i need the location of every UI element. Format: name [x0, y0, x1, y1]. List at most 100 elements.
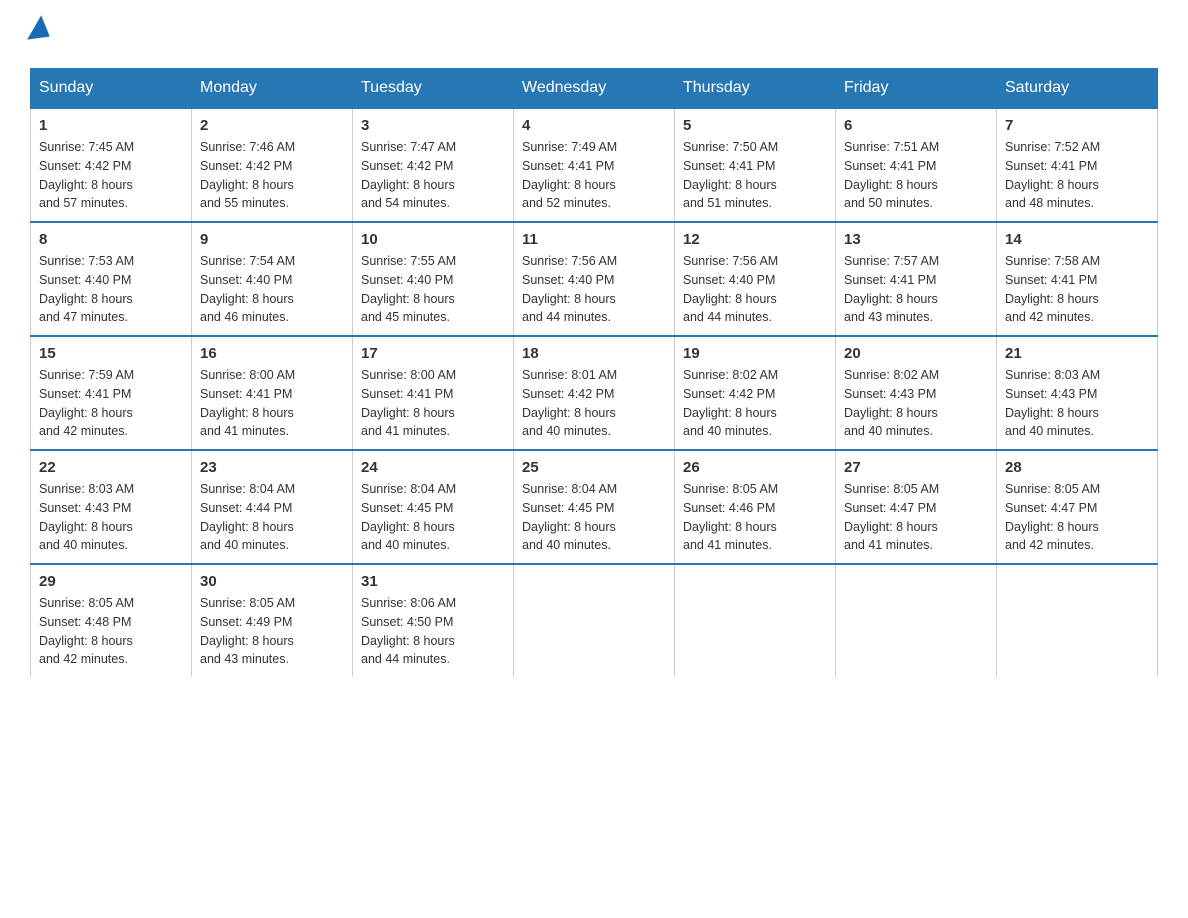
- day-info: Sunrise: 7:51 AMSunset: 4:41 PMDaylight:…: [844, 138, 988, 213]
- calendar-cell: [836, 564, 997, 677]
- day-info: Sunrise: 7:59 AMSunset: 4:41 PMDaylight:…: [39, 366, 183, 441]
- day-number: 29: [39, 573, 183, 590]
- weekday-header-monday: Monday: [192, 69, 353, 109]
- day-number: 22: [39, 459, 183, 476]
- day-info: Sunrise: 7:52 AMSunset: 4:41 PMDaylight:…: [1005, 138, 1149, 213]
- calendar-cell: [675, 564, 836, 677]
- day-info: Sunrise: 8:03 AMSunset: 4:43 PMDaylight:…: [39, 480, 183, 555]
- calendar-week-row: 8 Sunrise: 7:53 AMSunset: 4:40 PMDaylight…: [31, 222, 1158, 336]
- day-info: Sunrise: 8:05 AMSunset: 4:48 PMDaylight:…: [39, 594, 183, 669]
- day-number: 17: [361, 345, 505, 362]
- day-number: 21: [1005, 345, 1149, 362]
- day-info: Sunrise: 8:04 AMSunset: 4:45 PMDaylight:…: [361, 480, 505, 555]
- day-number: 26: [683, 459, 827, 476]
- calendar-cell: 22 Sunrise: 8:03 AMSunset: 4:43 PMDayligh…: [31, 450, 192, 564]
- day-info: Sunrise: 8:03 AMSunset: 4:43 PMDaylight:…: [1005, 366, 1149, 441]
- day-number: 12: [683, 231, 827, 248]
- calendar-cell: 24 Sunrise: 8:04 AMSunset: 4:45 PMDayligh…: [353, 450, 514, 564]
- calendar-week-row: 29 Sunrise: 8:05 AMSunset: 4:48 PMDayligh…: [31, 564, 1158, 677]
- calendar-cell: 18Sunrise: 8:01 AMSunset: 4:42 PMDayligh…: [514, 336, 675, 450]
- calendar-cell: 14Sunrise: 7:58 AMSunset: 4:41 PMDayligh…: [997, 222, 1158, 336]
- day-info: Sunrise: 8:04 AMSunset: 4:45 PMDaylight:…: [522, 480, 666, 555]
- day-number: 5: [683, 117, 827, 134]
- day-number: 13: [844, 231, 988, 248]
- day-info: Sunrise: 8:00 AMSunset: 4:41 PMDaylight:…: [200, 366, 344, 441]
- calendar-cell: [514, 564, 675, 677]
- calendar-cell: 11 Sunrise: 7:56 AMSunset: 4:40 PMDayligh…: [514, 222, 675, 336]
- day-number: 6: [844, 117, 988, 134]
- calendar-cell: 4 Sunrise: 7:49 AMSunset: 4:41 PMDaylight…: [514, 108, 675, 222]
- calendar-cell: 21 Sunrise: 8:03 AMSunset: 4:43 PMDayligh…: [997, 336, 1158, 450]
- day-number: 3: [361, 117, 505, 134]
- calendar-cell: 25 Sunrise: 8:04 AMSunset: 4:45 PMDayligh…: [514, 450, 675, 564]
- calendar-week-row: 1 Sunrise: 7:45 AMSunset: 4:42 PMDaylight…: [31, 108, 1158, 222]
- calendar-body: 1 Sunrise: 7:45 AMSunset: 4:42 PMDaylight…: [31, 108, 1158, 677]
- day-info: Sunrise: 8:05 AMSunset: 4:47 PMDaylight:…: [844, 480, 988, 555]
- day-number: 11: [522, 231, 666, 248]
- calendar-cell: 23 Sunrise: 8:04 AMSunset: 4:44 PMDayligh…: [192, 450, 353, 564]
- calendar-cell: 6 Sunrise: 7:51 AMSunset: 4:41 PMDaylight…: [836, 108, 997, 222]
- day-info: Sunrise: 7:46 AMSunset: 4:42 PMDaylight:…: [200, 138, 344, 213]
- logo-arrow-icon: [27, 15, 57, 48]
- day-info: Sunrise: 8:06 AMSunset: 4:50 PMDaylight:…: [361, 594, 505, 669]
- day-number: 28: [1005, 459, 1149, 476]
- day-info: Sunrise: 8:05 AMSunset: 4:46 PMDaylight:…: [683, 480, 827, 555]
- day-info: Sunrise: 7:45 AMSunset: 4:42 PMDaylight:…: [39, 138, 183, 213]
- weekday-header-friday: Friday: [836, 69, 997, 109]
- weekday-row: SundayMondayTuesdayWednesdayThursdayFrid…: [31, 69, 1158, 109]
- calendar-cell: 30 Sunrise: 8:05 AMSunset: 4:49 PMDayligh…: [192, 564, 353, 677]
- day-number: 14: [1005, 231, 1149, 248]
- day-info: Sunrise: 7:56 AMSunset: 4:40 PMDaylight:…: [522, 252, 666, 327]
- day-number: 31: [361, 573, 505, 590]
- day-number: 16: [200, 345, 344, 362]
- calendar-cell: 19 Sunrise: 8:02 AMSunset: 4:42 PMDayligh…: [675, 336, 836, 450]
- day-info: Sunrise: 7:53 AMSunset: 4:40 PMDaylight:…: [39, 252, 183, 327]
- calendar-cell: 15 Sunrise: 7:59 AMSunset: 4:41 PMDayligh…: [31, 336, 192, 450]
- day-number: 8: [39, 231, 183, 248]
- calendar-cell: 1 Sunrise: 7:45 AMSunset: 4:42 PMDaylight…: [31, 108, 192, 222]
- calendar-cell: 13 Sunrise: 7:57 AMSunset: 4:41 PMDayligh…: [836, 222, 997, 336]
- day-number: 27: [844, 459, 988, 476]
- day-number: 24: [361, 459, 505, 476]
- day-info: Sunrise: 7:49 AMSunset: 4:41 PMDaylight:…: [522, 138, 666, 213]
- calendar-table: SundayMondayTuesdayWednesdayThursdayFrid…: [30, 68, 1158, 677]
- weekday-header-sunday: Sunday: [31, 69, 192, 109]
- weekday-header-saturday: Saturday: [997, 69, 1158, 109]
- day-number: 19: [683, 345, 827, 362]
- day-info: Sunrise: 7:47 AMSunset: 4:42 PMDaylight:…: [361, 138, 505, 213]
- day-info: Sunrise: 7:50 AMSunset: 4:41 PMDaylight:…: [683, 138, 827, 213]
- page-header: [30, 20, 1158, 48]
- day-number: 30: [200, 573, 344, 590]
- day-info: Sunrise: 7:55 AMSunset: 4:40 PMDaylight:…: [361, 252, 505, 327]
- day-number: 15: [39, 345, 183, 362]
- day-info: Sunrise: 8:04 AMSunset: 4:44 PMDaylight:…: [200, 480, 344, 555]
- calendar-cell: 5 Sunrise: 7:50 AMSunset: 4:41 PMDaylight…: [675, 108, 836, 222]
- day-info: Sunrise: 7:56 AMSunset: 4:40 PMDaylight:…: [683, 252, 827, 327]
- day-info: Sunrise: 8:02 AMSunset: 4:42 PMDaylight:…: [683, 366, 827, 441]
- calendar-cell: 31 Sunrise: 8:06 AMSunset: 4:50 PMDayligh…: [353, 564, 514, 677]
- day-info: Sunrise: 8:05 AMSunset: 4:49 PMDaylight:…: [200, 594, 344, 669]
- day-number: 2: [200, 117, 344, 134]
- day-info: Sunrise: 7:57 AMSunset: 4:41 PMDaylight:…: [844, 252, 988, 327]
- calendar-week-row: 22 Sunrise: 8:03 AMSunset: 4:43 PMDayligh…: [31, 450, 1158, 564]
- calendar-cell: 2 Sunrise: 7:46 AMSunset: 4:42 PMDaylight…: [192, 108, 353, 222]
- calendar-cell: [997, 564, 1158, 677]
- day-number: 23: [200, 459, 344, 476]
- calendar-cell: 29 Sunrise: 8:05 AMSunset: 4:48 PMDayligh…: [31, 564, 192, 677]
- calendar-cell: 26 Sunrise: 8:05 AMSunset: 4:46 PMDayligh…: [675, 450, 836, 564]
- day-number: 25: [522, 459, 666, 476]
- calendar-cell: 28Sunrise: 8:05 AMSunset: 4:47 PMDayligh…: [997, 450, 1158, 564]
- day-number: 1: [39, 117, 183, 134]
- logo: [30, 20, 51, 48]
- day-number: 7: [1005, 117, 1149, 134]
- day-info: Sunrise: 8:02 AMSunset: 4:43 PMDaylight:…: [844, 366, 988, 441]
- calendar-cell: 16 Sunrise: 8:00 AMSunset: 4:41 PMDayligh…: [192, 336, 353, 450]
- calendar-cell: 12 Sunrise: 7:56 AMSunset: 4:40 PMDayligh…: [675, 222, 836, 336]
- calendar-cell: 27 Sunrise: 8:05 AMSunset: 4:47 PMDayligh…: [836, 450, 997, 564]
- weekday-header-thursday: Thursday: [675, 69, 836, 109]
- calendar-cell: 20Sunrise: 8:02 AMSunset: 4:43 PMDayligh…: [836, 336, 997, 450]
- day-number: 4: [522, 117, 666, 134]
- calendar-cell: 3 Sunrise: 7:47 AMSunset: 4:42 PMDaylight…: [353, 108, 514, 222]
- calendar-week-row: 15 Sunrise: 7:59 AMSunset: 4:41 PMDayligh…: [31, 336, 1158, 450]
- day-number: 18: [522, 345, 666, 362]
